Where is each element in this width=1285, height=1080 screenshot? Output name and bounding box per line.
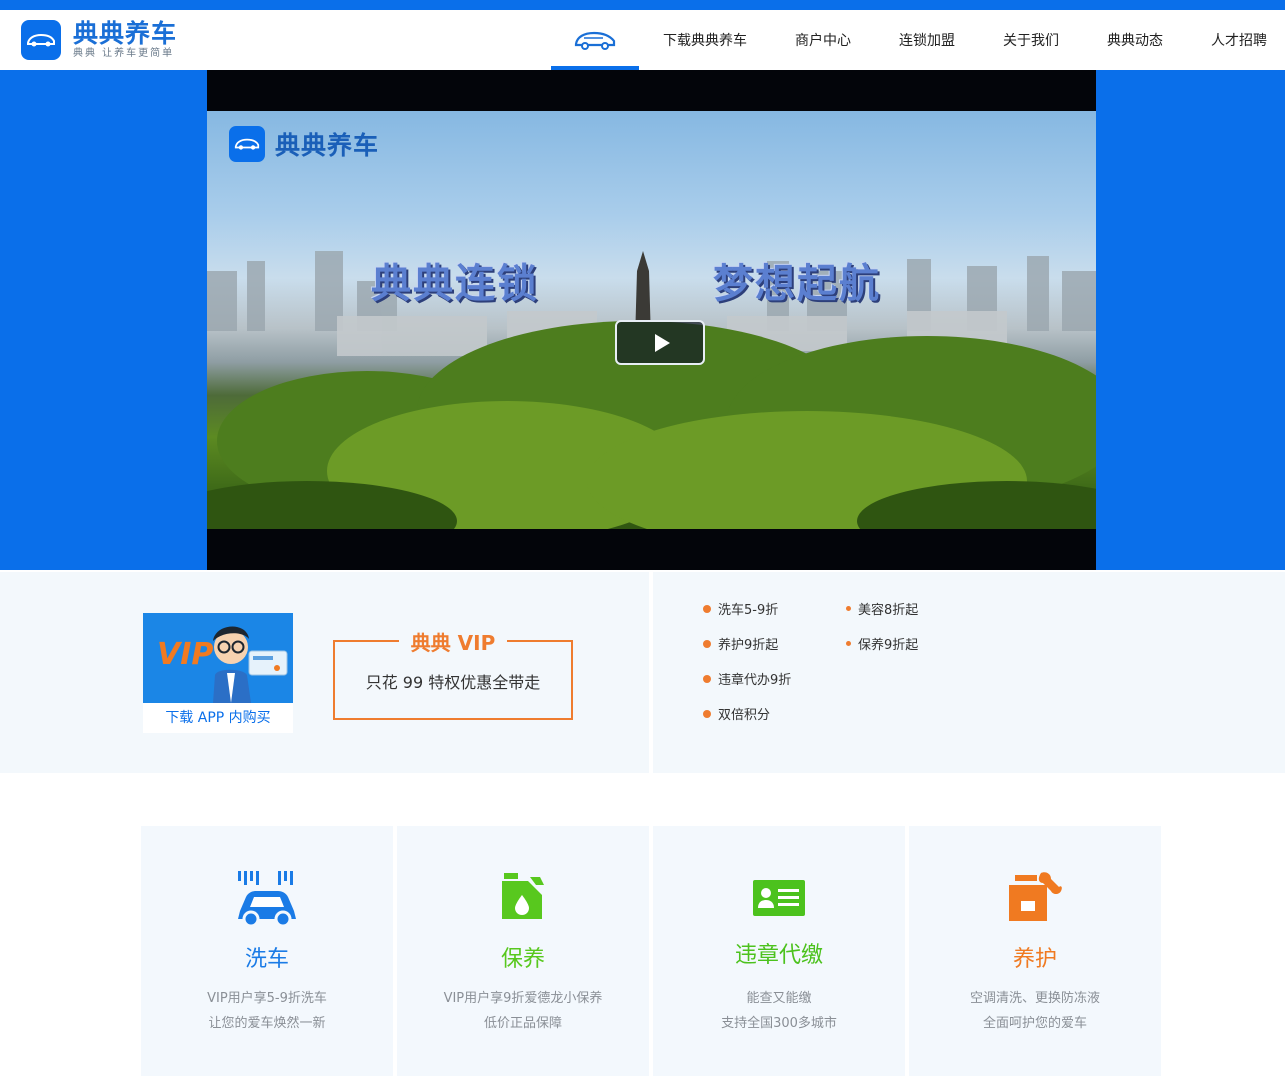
bullet-dot-icon <box>703 709 711 718</box>
service-desc-line: 空调清洗、更换防冻液 <box>969 991 1100 1006</box>
nav-careers[interactable]: 人才招聘 <box>1211 10 1267 70</box>
nav-home[interactable] <box>551 10 639 70</box>
service-desc-line: 支持全国300多城市 <box>721 1016 837 1031</box>
bullet-dot-icon <box>846 641 851 646</box>
main-nav: 下载典典养车 商户中心 连锁加盟 关于我们 典典动态 人才招聘 <box>551 10 1267 70</box>
play-button[interactable] <box>615 320 705 365</box>
car-logo-icon <box>229 126 265 162</box>
site-header: 典典养车 典典 让养车更简单 下载典典养车 商户中心 连锁加盟 关于我们 典典动… <box>0 10 1285 70</box>
hero-banner: 典典养车 典典连锁 梦想起航 <box>0 70 1285 570</box>
brand-logo[interactable]: 典典养车 典典 让养车更简单 <box>21 20 177 60</box>
video-logo-text: 典典养车 <box>275 131 380 160</box>
service-desc-line: 低价正品保障 <box>483 1016 562 1031</box>
vip-offer-box: 典典 VIP 只花 99 特权优惠全带走 <box>333 631 573 720</box>
nav-franchise[interactable]: 连锁加盟 <box>899 10 955 70</box>
vip-box-text: 只花 99 特权优惠全带走 <box>365 673 541 692</box>
perk-item: 双倍积分 <box>703 704 770 723</box>
car-icon <box>574 31 616 50</box>
perk-item: 违章代办9折 <box>703 669 791 688</box>
perk-item: 美容8折起 <box>846 599 918 618</box>
service-cards: 洗车 VIP用户享5-9折洗车 让您的爱车焕然一新 保养 VIP用户享9折爱德龙… <box>141 826 1161 1076</box>
download-app-link[interactable]: 下载 APP 内购买 <box>143 703 293 733</box>
promo-video[interactable]: 典典养车 典典连锁 梦想起航 <box>207 70 1096 570</box>
video-caption-right: 梦想起航 <box>713 261 881 307</box>
brand-slogan: 典典 让养车更简单 <box>73 48 175 59</box>
service-title: 洗车 <box>244 947 289 972</box>
video-watermark-logo: 典典养车 <box>229 126 379 162</box>
vip-promo-panel: VIP 下载 APP 内购买 典典 VIP 只花 99 特权优惠全带走 <box>0 572 649 773</box>
perk-label: 洗车5-9折 <box>718 603 779 618</box>
perk-item: 洗车5-9折 <box>703 599 778 618</box>
perk-label: 违章代办9折 <box>718 673 792 688</box>
service-card-car-wash[interactable]: 洗车 VIP用户享5-9折洗车 让您的爱车焕然一新 <box>141 826 393 1076</box>
car-logo-icon <box>21 20 61 60</box>
top-accent-bar <box>0 0 1285 10</box>
vip-perks-panel: 洗车5-9折 美容8折起 养护9折起 保养9折起 违章代办9折 双倍积分 <box>653 572 1285 773</box>
car-wash-icon <box>238 871 296 928</box>
service-desc-line: VIP用户享5-9折洗车 <box>207 991 327 1006</box>
bullet-dot-icon <box>703 604 711 613</box>
vip-card[interactable]: VIP 下载 APP 内购买 <box>143 613 293 733</box>
vip-box-title: 典典 VIP <box>398 631 508 655</box>
nav-download-app[interactable]: 下载典典养车 <box>663 10 747 70</box>
play-icon <box>654 333 670 352</box>
service-title: 养护 <box>1012 947 1057 972</box>
nav-merchant-center[interactable]: 商户中心 <box>795 10 851 70</box>
service-title: 保养 <box>500 947 545 972</box>
nav-about-us[interactable]: 关于我们 <box>1003 10 1059 70</box>
service-title: 违章代缴 <box>734 943 823 968</box>
vip-mascot-image: VIP <box>143 613 293 703</box>
video-frame: 典典养车 典典连锁 梦想起航 <box>207 111 1096 529</box>
perk-item: 养护9折起 <box>703 634 778 653</box>
service-desc-line: 让您的爱车焕然一新 <box>208 1016 326 1031</box>
video-caption-left: 典典连锁 <box>371 261 539 307</box>
service-desc-line: VIP用户享9折爱德龙小保养 <box>443 991 603 1006</box>
perk-label: 养护9折起 <box>718 638 779 653</box>
perk-item: 保养9折起 <box>846 634 918 653</box>
oil-can-icon <box>502 873 544 919</box>
perk-label: 双倍积分 <box>718 708 771 723</box>
service-desc-line: 能查又能缴 <box>746 991 812 1006</box>
service-card-care[interactable]: 养护 空调清洗、更换防冻液 全面呵护您的爱车 <box>909 826 1161 1076</box>
service-card-violation[interactable]: 违章代缴 能查又能缴 支持全国300多城市 <box>653 826 905 1076</box>
bullet-dot-icon <box>703 674 711 683</box>
service-card-maintenance[interactable]: 保养 VIP用户享9折爱德龙小保养 低价正品保障 <box>397 826 649 1076</box>
service-desc-line: 全面呵护您的爱车 <box>982 1016 1087 1031</box>
toolbox-icon <box>1009 872 1062 921</box>
perk-label: 保养9折起 <box>858 638 919 653</box>
nav-news[interactable]: 典典动态 <box>1107 10 1163 70</box>
brand-name: 典典养车 <box>73 19 178 48</box>
license-card-icon <box>753 880 805 916</box>
bullet-dot-icon <box>846 606 851 611</box>
perk-label: 美容8折起 <box>858 603 919 618</box>
bullet-dot-icon <box>703 639 711 648</box>
mascot-illustration <box>213 626 288 703</box>
